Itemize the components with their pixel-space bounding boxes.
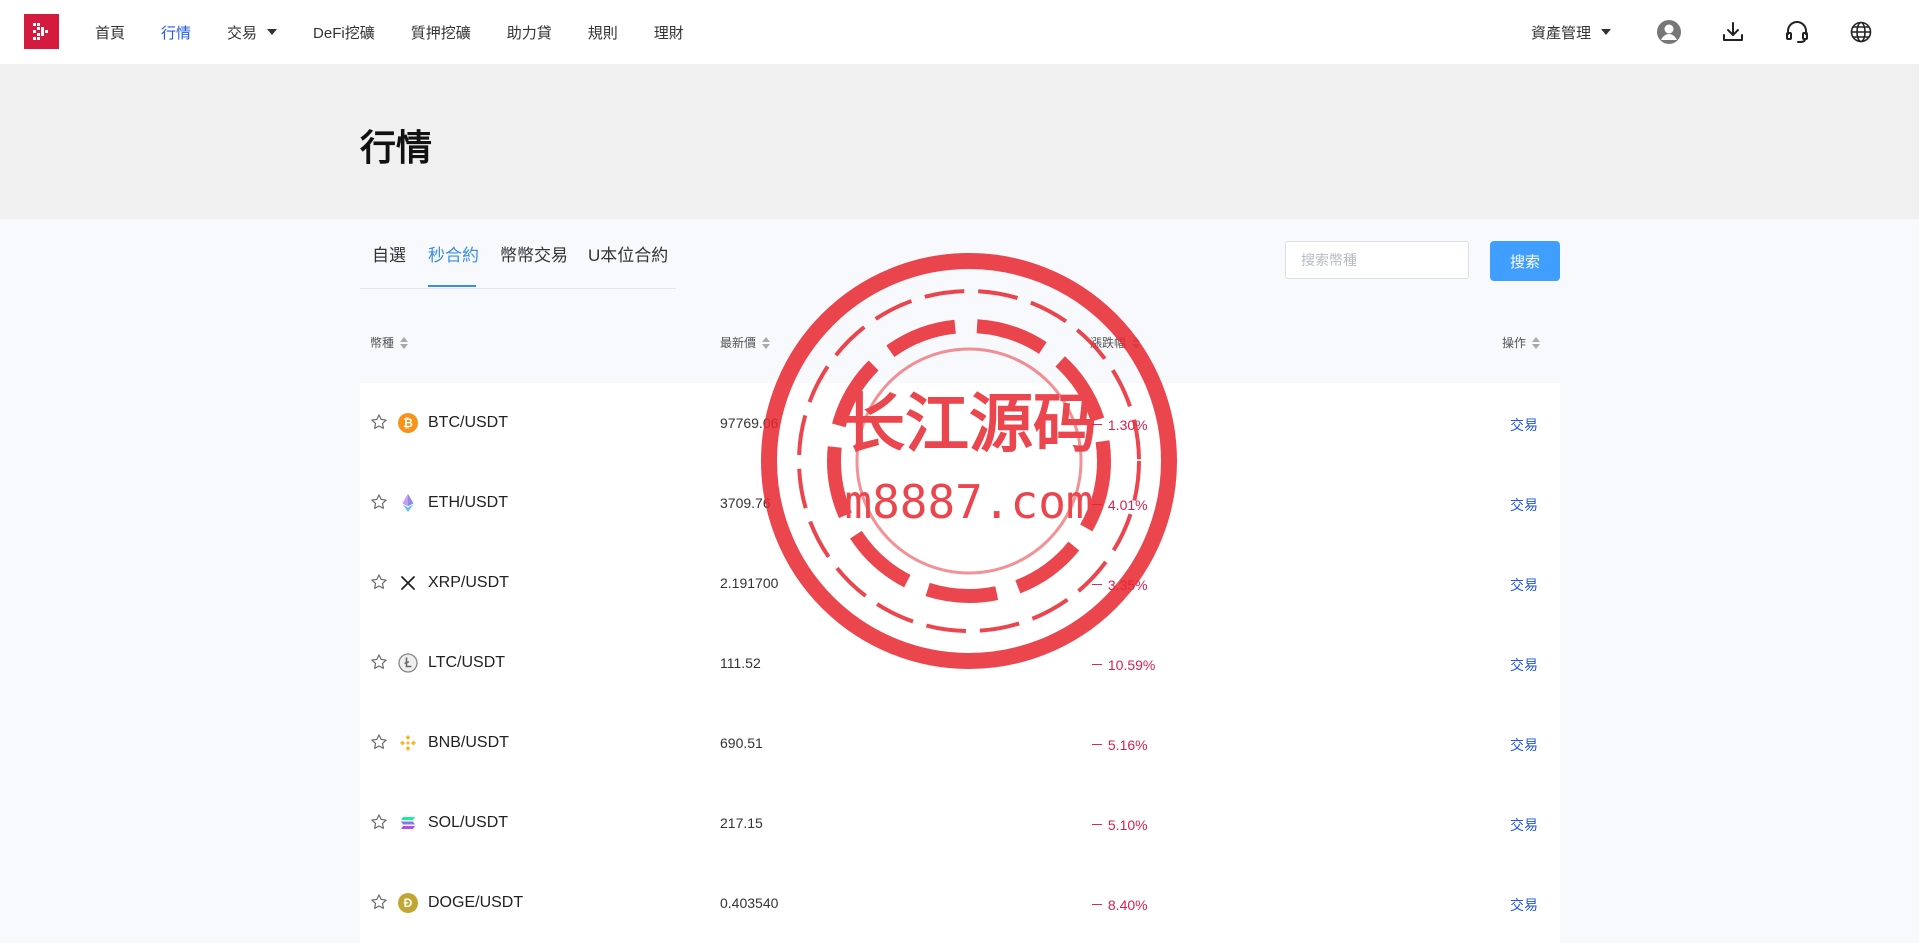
favorite-star-icon[interactable]: [370, 493, 388, 511]
last-price: 690.51: [720, 735, 763, 751]
page-title: 行情: [360, 127, 433, 168]
pair-name: ETH/USDT: [428, 494, 508, 511]
search-input[interactable]: [1285, 241, 1469, 279]
page-header-banner: 行情: [0, 64, 1919, 219]
last-price: 0.403540: [720, 895, 779, 911]
trade-link[interactable]: 交易: [1510, 415, 1538, 435]
pair-name: BTC/USDT: [428, 414, 508, 431]
price-change: － 5.10%: [1090, 817, 1148, 833]
trade-link[interactable]: 交易: [1510, 735, 1538, 755]
logo-icon: [33, 23, 48, 40]
caret-down-icon: [1601, 29, 1611, 35]
watermark-seal: 长江源码 m8887.com: [761, 253, 1177, 669]
favorite-star-icon[interactable]: [370, 413, 388, 431]
table-row[interactable]: Ð DOGE/USDT 0.403540 － 8.40% 交易: [360, 863, 1560, 943]
nav-item-label: 質押挖礦: [410, 24, 471, 42]
sort-icon[interactable]: [400, 336, 409, 349]
table-row[interactable]: SOL/USDT 217.15 － 5.10% 交易: [360, 783, 1560, 863]
top-navigation-bar: 首頁 行情 交易 DeFi挖礦 質押挖礦 助力貸 規則 理財 資產管理: [0, 0, 1919, 65]
nav-item-staking-mining[interactable]: 質押挖礦: [411, 22, 471, 43]
asset-management-menu[interactable]: 資產管理: [1531, 22, 1611, 43]
sort-icon[interactable]: [1532, 336, 1541, 349]
trade-link[interactable]: 交易: [1510, 815, 1538, 835]
nav-item-home[interactable]: 首頁: [95, 22, 125, 43]
nav-item-trade[interactable]: 交易: [227, 22, 278, 43]
column-header-action[interactable]: 操作: [1502, 334, 1541, 351]
globe-icon[interactable]: [1847, 18, 1875, 46]
nav-item-loan[interactable]: 助力貸: [507, 22, 552, 43]
download-icon[interactable]: [1719, 18, 1747, 46]
caret-down-icon: [267, 29, 278, 35]
favorite-star-icon[interactable]: [370, 573, 388, 591]
watermark-text-line1: 长江源码: [841, 388, 1097, 462]
last-price: 217.15: [720, 815, 763, 831]
favorite-star-icon[interactable]: [370, 733, 388, 751]
dogecoin-icon: Ð: [398, 893, 418, 913]
pair-name: SOL/USDT: [428, 814, 509, 831]
column-label: 最新價: [720, 336, 757, 350]
market-tabs: 自選 秒合約 幣幣交易 U本位合約: [360, 231, 676, 289]
tab-favorites[interactable]: 自選: [372, 241, 406, 266]
price-change: － 5.16%: [1090, 737, 1148, 753]
nav-right-tools: 資產管理: [1531, 0, 1919, 64]
nav-item-label: 行情: [161, 24, 192, 42]
tab-spot-trading[interactable]: 幣幣交易: [500, 241, 568, 266]
nav-item-label: 交易: [227, 24, 258, 42]
column-header-coin[interactable]: 幣種: [370, 334, 409, 351]
nav-item-label: 規則: [587, 24, 618, 42]
column-label: 幣種: [370, 336, 395, 350]
trade-link[interactable]: 交易: [1510, 895, 1538, 915]
solana-icon: [398, 813, 418, 833]
watermark-text-line2: m8887.com: [844, 475, 1093, 529]
user-avatar-icon[interactable]: [1655, 18, 1683, 46]
nav-item-finance[interactable]: 理財: [654, 22, 684, 43]
pair-name: XRP/USDT: [428, 574, 509, 591]
nav-item-label: 助力貸: [506, 24, 552, 42]
favorite-star-icon[interactable]: [370, 893, 388, 911]
nav-item-label: 首頁: [95, 24, 126, 42]
trade-link[interactable]: 交易: [1510, 495, 1538, 515]
headset-icon[interactable]: [1783, 18, 1811, 46]
pair-name: DOGE/USDT: [428, 894, 524, 911]
xrp-icon: [398, 573, 418, 593]
column-label: 操作: [1502, 336, 1527, 350]
favorite-star-icon[interactable]: [370, 813, 388, 831]
last-price: 111.52: [720, 655, 761, 671]
ethereum-icon: [398, 493, 418, 513]
pair-name: BNB/USDT: [428, 734, 509, 751]
nav-item-rules[interactable]: 規則: [588, 22, 618, 43]
asset-management-label: 資產管理: [1530, 24, 1591, 42]
main-menu: 首頁 行情 交易 DeFi挖礦 質押挖礦 助力貸 規則 理財: [95, 0, 720, 64]
active-tab-indicator: [428, 285, 476, 287]
nav-item-markets[interactable]: 行情: [161, 22, 191, 43]
pair-name: LTC/USDT: [428, 654, 506, 671]
search-button[interactable]: 搜索: [1490, 241, 1560, 281]
tab-second-contract[interactable]: 秒合約: [428, 241, 479, 266]
trade-link[interactable]: 交易: [1510, 655, 1538, 675]
tab-usdt-perpetual[interactable]: U本位合約: [588, 241, 668, 266]
price-change: － 8.40%: [1090, 897, 1148, 913]
bnb-icon: [398, 733, 418, 753]
bitcoin-icon: ₿: [398, 413, 418, 433]
nav-item-label: 理財: [653, 24, 684, 42]
favorite-star-icon[interactable]: [370, 653, 388, 671]
trade-link[interactable]: 交易: [1510, 575, 1538, 595]
litecoin-icon: [398, 653, 418, 673]
nav-item-defi-mining[interactable]: DeFi挖礦: [313, 22, 375, 43]
table-row[interactable]: BNB/USDT 690.51 － 5.16% 交易: [360, 703, 1560, 783]
brand-logo[interactable]: [24, 14, 59, 49]
nav-item-label: DeFi挖礦: [313, 24, 375, 42]
